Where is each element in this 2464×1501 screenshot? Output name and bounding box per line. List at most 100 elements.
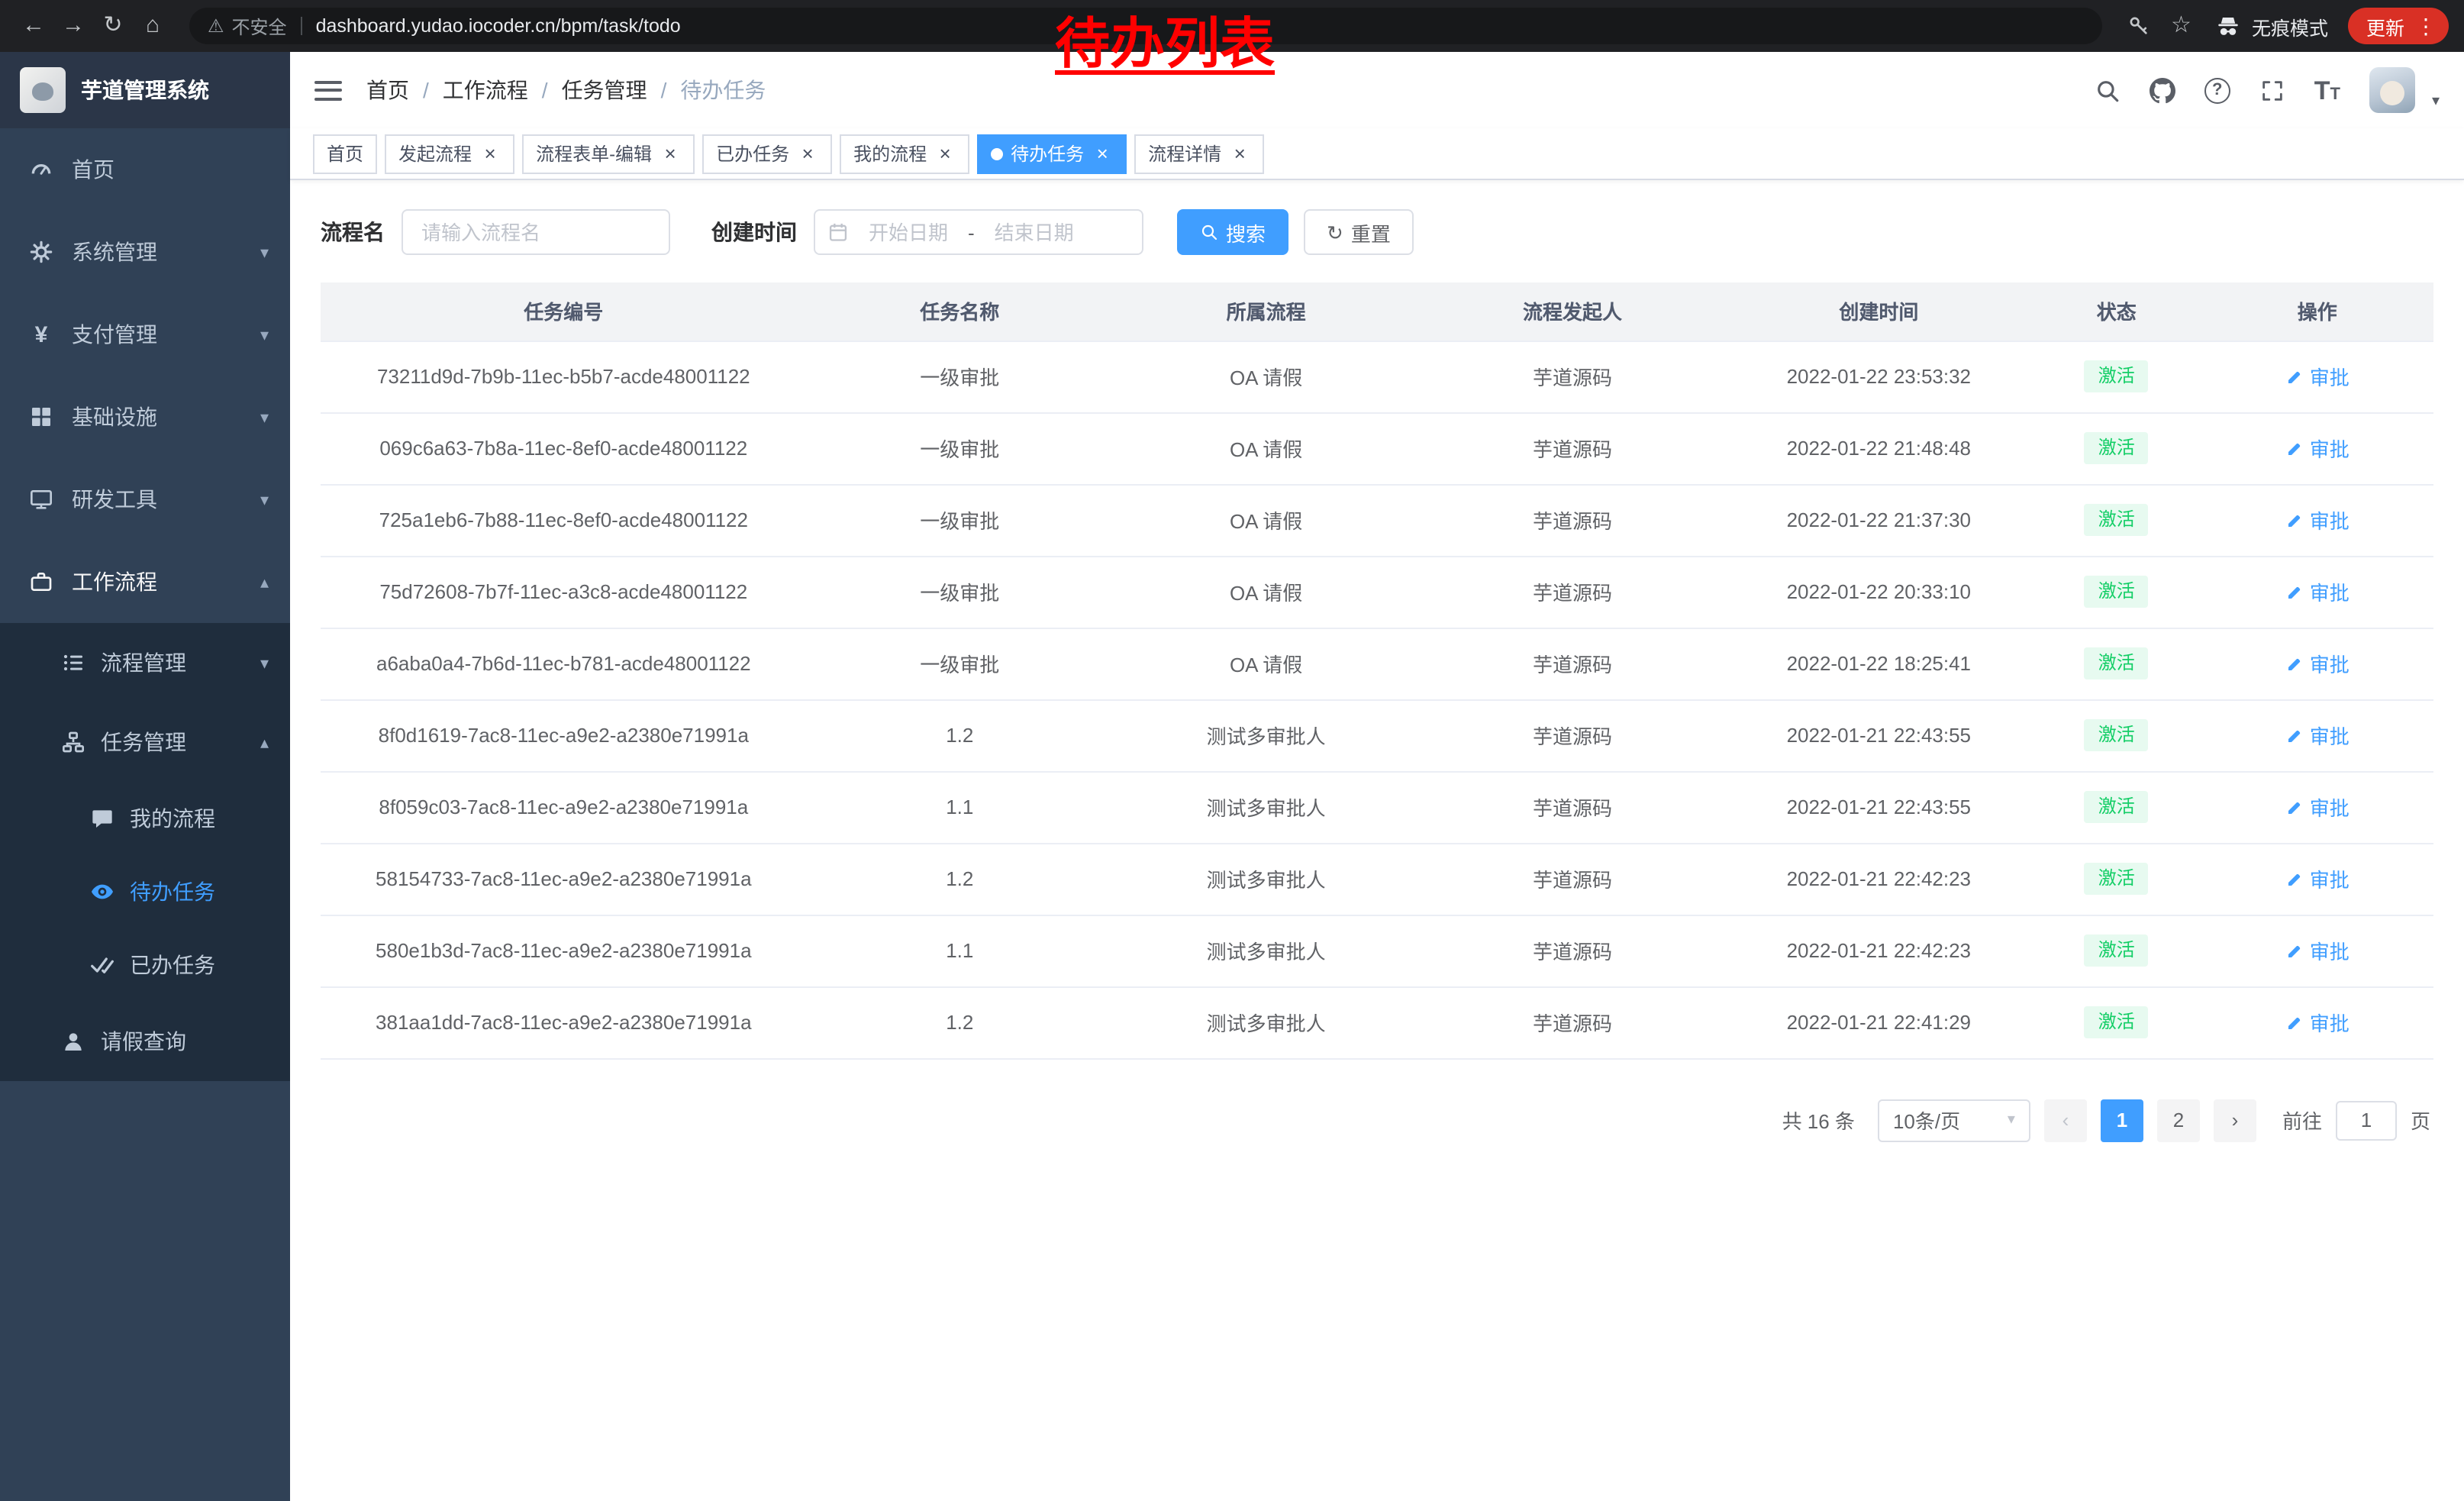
breadcrumb-separator: / xyxy=(661,78,667,102)
approve-link[interactable]: 审批 xyxy=(2285,1008,2350,1037)
approve-link[interactable]: 审批 xyxy=(2285,505,2350,534)
tab-todo-tasks[interactable]: 待办任务 × xyxy=(977,134,1127,173)
list-icon xyxy=(61,650,85,675)
sidebar-item-dev-tools[interactable]: 研发工具 ▾ xyxy=(0,458,290,541)
sidebar-item-my-process[interactable]: 我的流程 xyxy=(0,782,290,855)
reset-button[interactable]: ↻ 重置 xyxy=(1304,209,1414,255)
sidebar-menu: 首页 系统管理 ▾ ¥ 支付管理 ▾ 基础设施 ▾ xyxy=(0,128,290,1501)
key-icon[interactable] xyxy=(2127,14,2151,38)
close-icon[interactable]: × xyxy=(934,143,956,164)
bookmark-star-icon[interactable]: ☆ xyxy=(2171,14,2195,38)
help-icon[interactable]: ? xyxy=(2204,77,2230,103)
breadcrumb-separator: / xyxy=(542,78,548,102)
sidebar-item-workflow[interactable]: 工作流程 ▴ xyxy=(0,541,290,623)
yen-icon: ¥ xyxy=(29,321,53,347)
close-icon[interactable]: × xyxy=(1092,143,1113,164)
forward-icon[interactable]: → xyxy=(55,8,92,44)
chevron-down-icon: ▾ xyxy=(260,653,269,673)
col-task-name: 任务名称 xyxy=(807,282,1113,341)
double-check-icon xyxy=(90,953,114,977)
approve-link[interactable]: 审批 xyxy=(2285,792,2350,822)
tab-form-edit[interactable]: 流程表单-编辑 × xyxy=(522,134,695,173)
status-badge: 激活 xyxy=(2085,432,2149,464)
prev-page-button[interactable]: ‹ xyxy=(2044,1099,2087,1141)
sidebar-item-todo-tasks[interactable]: 待办任务 xyxy=(0,855,290,928)
update-button[interactable]: 更新 ⋮ xyxy=(2348,8,2449,44)
process-name-input[interactable] xyxy=(402,209,670,255)
breadcrumb-home[interactable]: 首页 xyxy=(366,75,409,105)
font-size-icon[interactable]: TT xyxy=(2314,77,2340,103)
sidebar-item-done-tasks[interactable]: 已办任务 xyxy=(0,928,290,1002)
home-icon[interactable]: ⌂ xyxy=(134,8,171,44)
update-label: 更新 xyxy=(2366,11,2404,40)
col-actions: 操作 xyxy=(2201,282,2433,341)
goto-page-input[interactable] xyxy=(2336,1100,2397,1140)
tab-process-detail[interactable]: 流程详情 × xyxy=(1134,134,1264,173)
approve-link[interactable]: 审批 xyxy=(2285,362,2350,391)
security-label[interactable]: 不安全 xyxy=(232,13,287,39)
tag-tabs-bar: 首页 发起流程 × 流程表单-编辑 × 已办任务 × 我的流程 × xyxy=(290,128,2464,180)
menu-dots-icon[interactable]: ⋮ xyxy=(2411,13,2441,39)
breadcrumb-current: 待办任务 xyxy=(680,75,766,105)
eye-icon xyxy=(90,880,114,904)
col-task-id: 任务编号 xyxy=(321,282,807,341)
close-icon[interactable]: × xyxy=(1229,143,1250,164)
pen-icon xyxy=(2285,941,2304,960)
sidebar-item-home[interactable]: 首页 xyxy=(0,128,290,211)
page-size-select[interactable]: 10条/页 ▾ xyxy=(1878,1099,2030,1141)
back-icon[interactable]: ← xyxy=(15,8,52,44)
sidebar-item-infrastructure[interactable]: 基础设施 ▾ xyxy=(0,376,290,458)
tab-done-tasks[interactable]: 已办任务 × xyxy=(702,134,832,173)
page-button-2[interactable]: 2 xyxy=(2157,1099,2200,1141)
start-date-input[interactable] xyxy=(852,221,965,244)
refresh-icon[interactable]: ↻ xyxy=(95,8,131,44)
sidebar-item-task-mgmt[interactable]: 任务管理 ▴ xyxy=(0,702,290,782)
date-range-picker[interactable]: - xyxy=(814,209,1143,255)
pen-icon xyxy=(2285,654,2304,673)
fullscreen-icon[interactable] xyxy=(2259,77,2285,103)
approve-link[interactable]: 审批 xyxy=(2285,864,2350,893)
sidebar-item-payment-mgmt[interactable]: ¥ 支付管理 ▾ xyxy=(0,293,290,376)
search-icon xyxy=(1200,223,1218,241)
tab-home[interactable]: 首页 xyxy=(313,134,377,173)
approve-link[interactable]: 审批 xyxy=(2285,936,2350,965)
tab-my-process[interactable]: 我的流程 × xyxy=(840,134,969,173)
divider xyxy=(301,17,302,35)
task-table: 任务编号 任务名称 所属流程 流程发起人 创建时间 状态 操作 73211d9d… xyxy=(321,282,2433,1059)
breadcrumb-task-mgmt[interactable]: 任务管理 xyxy=(562,75,647,105)
col-initiator: 流程发起人 xyxy=(1419,282,1725,341)
approve-link[interactable]: 审批 xyxy=(2285,649,2350,678)
tab-start-process[interactable]: 发起流程 × xyxy=(385,134,514,173)
github-icon[interactable] xyxy=(2150,77,2175,103)
sidebar-toggle-icon[interactable] xyxy=(314,80,342,100)
close-icon[interactable]: × xyxy=(660,143,681,164)
close-icon[interactable]: × xyxy=(797,143,818,164)
avatar[interactable] xyxy=(2369,67,2415,113)
search-icon[interactable] xyxy=(2095,77,2121,103)
next-page-button[interactable]: › xyxy=(2214,1099,2256,1141)
approve-link[interactable]: 审批 xyxy=(2285,721,2350,750)
dashboard-icon xyxy=(29,157,53,182)
grid-icon xyxy=(29,405,53,429)
col-process: 所属流程 xyxy=(1113,282,1419,341)
sidebar-item-process-mgmt[interactable]: 流程管理 ▾ xyxy=(0,623,290,702)
chat-icon xyxy=(90,806,114,831)
breadcrumb-workflow[interactable]: 工作流程 xyxy=(443,75,528,105)
sidebar-item-leave-query[interactable]: 请假查询 xyxy=(0,1002,290,1081)
table-row: 069c6a63-7b8a-11ec-8ef0-acde48001122 一级审… xyxy=(321,412,2433,484)
end-date-input[interactable] xyxy=(978,221,1091,244)
sidebar-item-system-mgmt[interactable]: 系统管理 ▾ xyxy=(0,211,290,293)
close-icon[interactable]: × xyxy=(479,143,501,164)
app-logo-image xyxy=(20,67,66,113)
pen-icon xyxy=(2285,798,2304,816)
screen: ← → ↻ ⌂ ⚠ 不安全 dashboard.yudao.iocoder.cn… xyxy=(0,0,2464,1501)
search-button[interactable]: 搜索 xyxy=(1177,209,1288,255)
incognito-icon xyxy=(2215,13,2241,39)
monitor-icon xyxy=(29,487,53,512)
incognito-label: 无痕模式 xyxy=(2252,11,2328,40)
caret-down-icon[interactable]: ▾ xyxy=(2432,92,2440,109)
approve-link[interactable]: 审批 xyxy=(2285,577,2350,606)
approve-link[interactable]: 审批 xyxy=(2285,434,2350,463)
app-logo[interactable]: 芋道管理系统 xyxy=(0,52,290,128)
page-button-1[interactable]: 1 xyxy=(2101,1099,2143,1141)
